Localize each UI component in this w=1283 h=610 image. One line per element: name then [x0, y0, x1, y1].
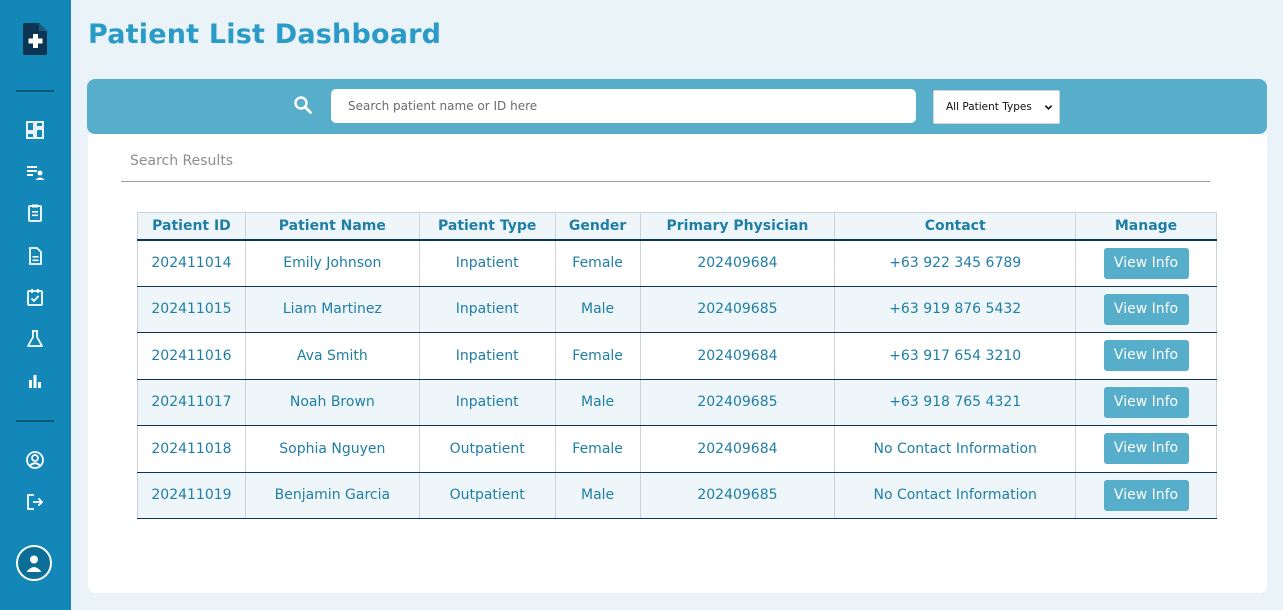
view-info-button[interactable]: View Info: [1103, 247, 1189, 279]
cell-contact: +63 917 654 3210: [834, 332, 1077, 380]
cell-contact: +63 922 345 6789: [834, 239, 1077, 287]
cell-primary-physician: 202409684: [639, 425, 836, 473]
cell-primary-physician: 202409684: [639, 332, 836, 380]
cell-patient-type: Inpatient: [418, 332, 556, 380]
cell-patient-type: Outpatient: [418, 472, 556, 519]
cell-patient-name: Noah Brown: [244, 379, 420, 426]
cell-contact: No Contact Information: [834, 425, 1077, 473]
cell-patient-id: 202411018: [137, 425, 246, 473]
table-row: 202411015 Liam Martinez Inpatient Male 2…: [137, 286, 1217, 333]
cell-manage: View Info: [1075, 379, 1217, 426]
cell-gender: Female: [554, 332, 641, 380]
bar-chart-icon[interactable]: [23, 369, 47, 393]
clipboard-icon[interactable]: [23, 201, 47, 225]
cell-gender: Male: [554, 472, 641, 519]
cell-primary-physician: 202409685: [639, 286, 836, 333]
cell-gender: Female: [554, 425, 641, 473]
cell-patient-type: Outpatient: [418, 425, 556, 473]
sidebar-divider: [16, 90, 54, 92]
dashboard-icon[interactable]: [23, 118, 47, 142]
search-results-label: Search Results: [130, 153, 234, 169]
cell-patient-name: Ava Smith: [244, 332, 420, 380]
cell-patient-name: Sophia Nguyen: [244, 425, 420, 473]
cell-patient-type: Inpatient: [418, 379, 556, 426]
patient-table: Patient ID Patient Name Patient Type Gen…: [137, 212, 1217, 519]
col-header-contact[interactable]: Contact: [834, 212, 1077, 241]
page-title: Patient List Dashboard: [88, 19, 442, 50]
table-row: 202411019 Benjamin Garcia Outpatient Mal…: [137, 472, 1217, 519]
cell-patient-name: Liam Martinez: [244, 286, 420, 333]
sidebar: [0, 0, 71, 610]
col-header-patient-id[interactable]: Patient ID: [137, 212, 246, 241]
cell-manage: View Info: [1075, 286, 1217, 333]
logout-icon[interactable]: [23, 490, 47, 514]
view-info-button[interactable]: View Info: [1103, 433, 1189, 465]
cell-contact: +63 918 765 4321: [834, 379, 1077, 426]
cell-patient-id: 202411015: [137, 286, 246, 333]
table-row: 202411018 Sophia Nguyen Outpatient Femal…: [137, 425, 1217, 473]
cell-contact: No Contact Information: [834, 472, 1077, 519]
cell-patient-name: Benjamin Garcia: [244, 472, 420, 519]
col-header-patient-type[interactable]: Patient Type: [418, 212, 556, 241]
patient-list-icon[interactable]: [23, 160, 47, 184]
chevron-down-icon: [1044, 104, 1053, 110]
results-divider: [121, 181, 1210, 182]
user-circle-icon[interactable]: [23, 448, 47, 472]
search-input[interactable]: [331, 89, 916, 123]
cell-primary-physician: 202409685: [639, 379, 836, 426]
table-header-row: Patient ID Patient Name Patient Type Gen…: [137, 212, 1217, 241]
table-row: 202411016 Ava Smith Inpatient Female 202…: [137, 332, 1217, 380]
cell-patient-id: 202411019: [137, 472, 246, 519]
cell-gender: Female: [554, 239, 641, 287]
avatar-icon[interactable]: [16, 545, 52, 581]
cell-patient-id: 202411014: [137, 239, 246, 287]
cell-gender: Male: [554, 379, 641, 426]
cell-gender: Male: [554, 286, 641, 333]
cell-manage: View Info: [1075, 332, 1217, 380]
sidebar-divider: [16, 420, 54, 422]
col-header-manage: Manage: [1075, 212, 1217, 241]
patient-type-select[interactable]: All Patient Types: [933, 90, 1060, 124]
cell-primary-physician: 202409685: [639, 472, 836, 519]
cell-manage: View Info: [1075, 239, 1217, 287]
document-icon[interactable]: [23, 244, 47, 268]
cell-primary-physician: 202409684: [639, 239, 836, 287]
cell-patient-id: 202411017: [137, 379, 246, 426]
cell-patient-type: Inpatient: [418, 286, 556, 333]
view-info-button[interactable]: View Info: [1103, 340, 1189, 372]
patient-type-select-value: All Patient Types: [946, 101, 1032, 113]
cell-patient-name: Emily Johnson: [244, 239, 420, 287]
col-header-gender[interactable]: Gender: [554, 212, 641, 241]
cell-patient-type: Inpatient: [418, 239, 556, 287]
view-info-button[interactable]: View Info: [1103, 479, 1189, 511]
search-icon[interactable]: [293, 95, 313, 115]
cell-patient-id: 202411016: [137, 332, 246, 380]
col-header-primary-physician[interactable]: Primary Physician: [639, 212, 836, 241]
col-header-patient-name[interactable]: Patient Name: [244, 212, 420, 241]
table-row: 202411014 Emily Johnson Inpatient Female…: [137, 239, 1217, 287]
checklist-icon[interactable]: [23, 285, 47, 309]
cell-manage: View Info: [1075, 425, 1217, 473]
cell-manage: View Info: [1075, 472, 1217, 519]
table-row: 202411017 Noah Brown Inpatient Male 2024…: [137, 379, 1217, 426]
view-info-button[interactable]: View Info: [1103, 386, 1189, 418]
lab-flask-icon[interactable]: [23, 327, 47, 351]
medical-document-logo-icon[interactable]: [22, 22, 48, 56]
view-info-button[interactable]: View Info: [1103, 293, 1189, 325]
cell-contact: +63 919 876 5432: [834, 286, 1077, 333]
